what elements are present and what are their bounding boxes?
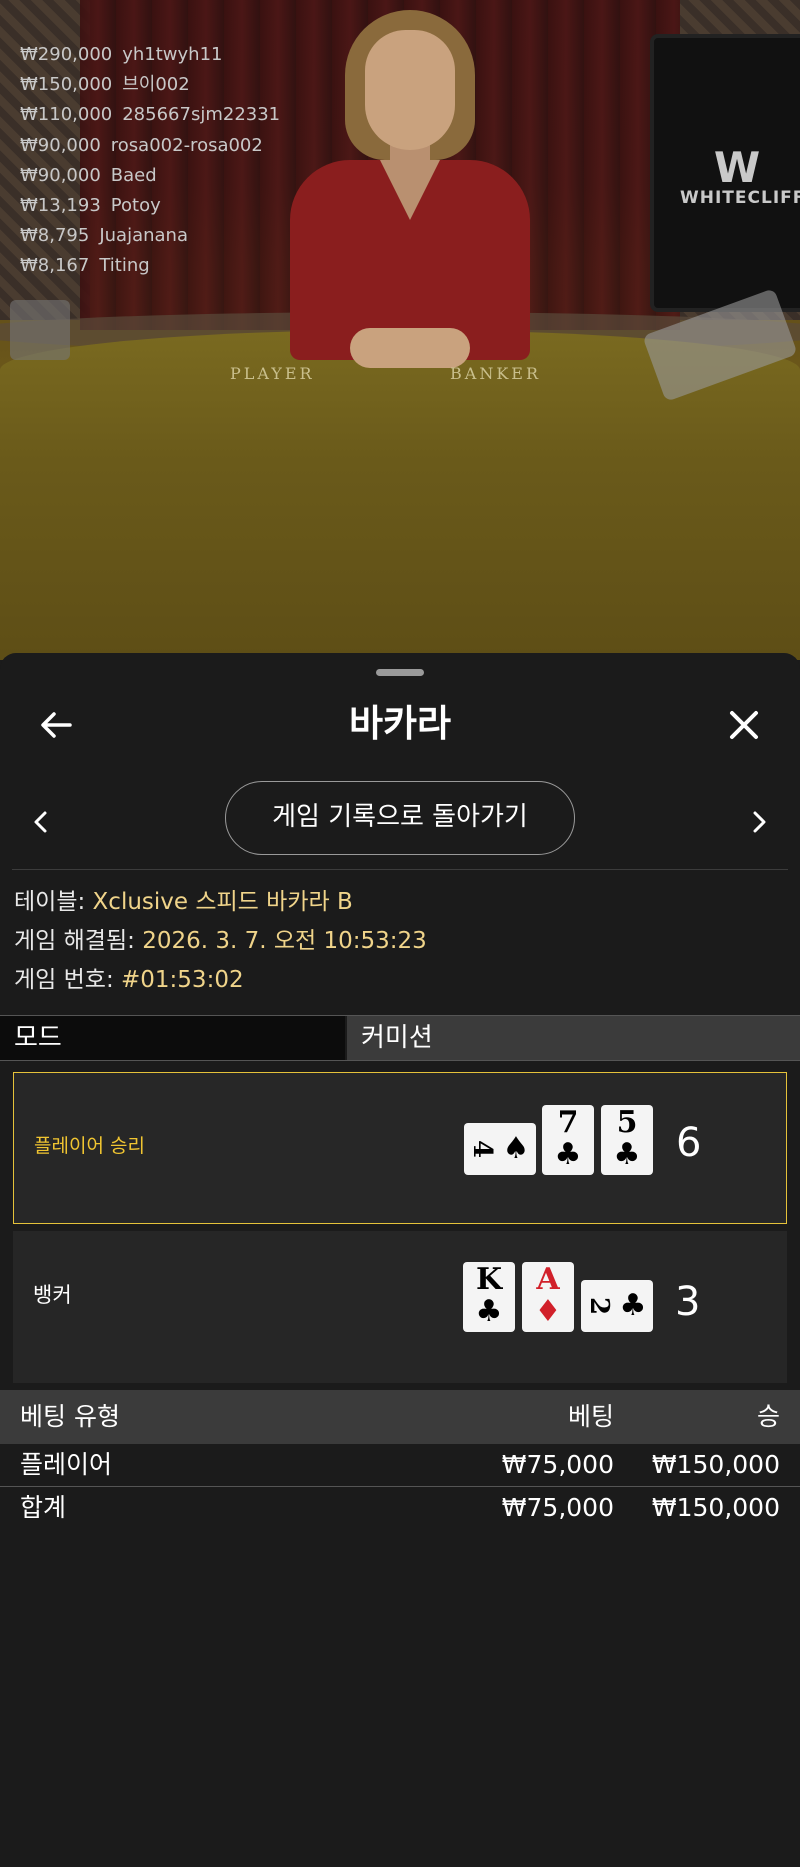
- next-game-button[interactable]: [744, 807, 774, 837]
- back-button[interactable]: [36, 705, 76, 745]
- drag-handle[interactable]: [376, 669, 424, 676]
- divider: [12, 869, 788, 870]
- winner-row: ₩150,000 브이002: [20, 74, 190, 96]
- bets-table-header: 베팅 유형 베팅 승: [0, 1390, 800, 1444]
- brand-mark: W: [713, 143, 760, 192]
- total-label: 합계: [20, 1493, 67, 1522]
- resolved-info: 게임 해결됨: 2026. 3. 7. 오전 10:53:23: [14, 928, 427, 954]
- brand-logo: W WHITECLIFF: [680, 143, 800, 209]
- table-info: 테이블: Xclusive 스피드 바카라 B: [14, 889, 353, 915]
- total-bet: ₩75,000: [501, 1493, 614, 1522]
- playing-card: K ♣: [463, 1262, 515, 1332]
- column-header-bet: 베팅: [567, 1402, 614, 1431]
- playing-card: A ♦: [522, 1262, 574, 1332]
- game-info: 테이블: Xclusive 스피드 바카라 B 게임 해결됨: 2026. 3.…: [14, 883, 427, 1000]
- total-win: ₩150,000: [651, 1493, 780, 1522]
- close-icon: [730, 711, 758, 739]
- playing-card: 2 ♣: [581, 1280, 653, 1332]
- page-title: 바카라: [348, 702, 452, 745]
- return-to-history-button[interactable]: 게임 기록으로 돌아가기: [225, 781, 575, 855]
- playing-card: 5 ♣: [601, 1105, 653, 1175]
- game-detail-sheet: 바카라 게임 기록으로 돌아가기 테이블: Xclusive 스피드 바카라 B: [0, 653, 800, 1867]
- chevron-left-icon: [34, 811, 47, 833]
- brand-word: WHITECLIFF: [680, 188, 800, 208]
- close-button[interactable]: [724, 705, 764, 745]
- chevron-right-icon: [753, 811, 766, 833]
- card-tray: [10, 300, 70, 360]
- player-result: 플레이어 승리 4 ♠ 7 ♣ 5 ♣ 6: [13, 1072, 787, 1224]
- winner-row: ₩13,193 Potoy: [20, 195, 161, 217]
- win-amount: ₩150,000: [651, 1450, 780, 1479]
- winner-row: ₩290,000 yh1twyh11: [20, 44, 223, 65]
- bet-amount: ₩75,000: [501, 1450, 614, 1479]
- mode-row: 모드 커미션: [0, 1015, 800, 1061]
- winner-row: ₩90,000 Baed: [20, 164, 157, 186]
- column-header-type: 베팅 유형: [20, 1402, 120, 1431]
- winner-row: ₩90,000 rosa002-rosa002: [20, 134, 263, 156]
- previous-game-button[interactable]: [26, 807, 56, 837]
- column-header-win: 승: [756, 1402, 780, 1431]
- total-row: 합계 ₩75,000 ₩150,000: [0, 1487, 800, 1529]
- game-navigation: 게임 기록으로 돌아가기: [0, 781, 800, 861]
- game-number-info: 게임 번호: #01:53:02: [14, 967, 244, 993]
- bet-type: 플레이어: [20, 1450, 113, 1479]
- winner-row: ₩8,795 Juajanana: [20, 225, 188, 247]
- player-score: 6: [676, 1120, 702, 1166]
- playing-card: 4 ♠: [464, 1123, 536, 1175]
- table-row: 플레이어 ₩75,000 ₩150,000: [0, 1444, 800, 1487]
- recent-winners-list: ₩290,000 yh1twyh11 ₩150,000 브이002 ₩110,000…: [20, 40, 280, 282]
- arrow-left-icon: [41, 712, 72, 738]
- dealer: [290, 10, 530, 380]
- playing-card: 7 ♣: [542, 1105, 594, 1175]
- mode-value: 커미션: [347, 1016, 800, 1060]
- winner-row: ₩110,000 285667sjm22331: [20, 104, 281, 126]
- table-label-player: PLAYER: [230, 364, 315, 383]
- mode-label: 모드: [0, 1016, 345, 1060]
- sheet-header: 바카라: [0, 693, 800, 753]
- table-label-banker: BANKER: [450, 364, 541, 383]
- banker-result-label: 뱅커: [33, 1283, 72, 1307]
- winner-row: ₩8,167 Titing: [20, 255, 150, 277]
- live-video-stream: W WHITECLIFF PLAYER BANKER ₩290,000 yh1tw…: [0, 0, 800, 660]
- banker-result: 뱅커 K ♣ A ♦ 2 ♣ 3: [13, 1231, 787, 1383]
- player-result-label: 플레이어 승리: [34, 1135, 145, 1157]
- banker-score: 3: [675, 1279, 701, 1325]
